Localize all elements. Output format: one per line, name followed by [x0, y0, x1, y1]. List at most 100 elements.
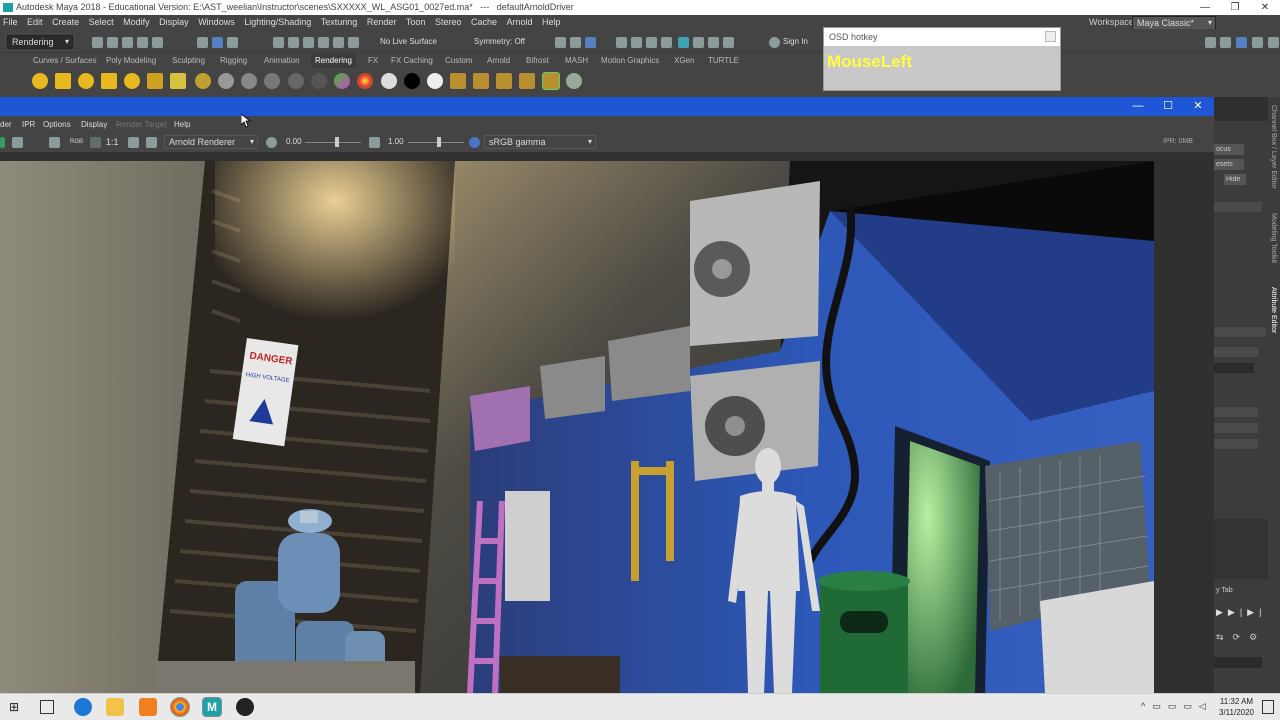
ipr-render-icon[interactable]: [585, 37, 596, 48]
anisotropic-sphere-icon[interactable]: [311, 73, 327, 89]
vlc-icon[interactable]: [139, 698, 157, 716]
rv-maximize-icon[interactable]: ☐: [1153, 97, 1183, 116]
menu-stereo[interactable]: Stereo: [435, 17, 462, 27]
select-by-object-icon[interactable]: [212, 37, 223, 48]
attr-field[interactable]: [1214, 423, 1258, 433]
menu-file[interactable]: File: [3, 17, 18, 27]
gamma-value[interactable]: 1.00: [388, 136, 404, 148]
ratio-button[interactable]: 1:1: [106, 136, 119, 148]
restore-icon[interactable]: ❐: [1220, 0, 1250, 15]
shelf-tab-fx-caching[interactable]: FX Caching: [391, 54, 433, 68]
shelf-tab-rendering[interactable]: Rendering: [311, 54, 356, 68]
save-scene-icon[interactable]: [122, 37, 133, 48]
osd-close-icon[interactable]: [1045, 31, 1056, 42]
snap-point-icon[interactable]: [303, 37, 314, 48]
snap-curve-icon[interactable]: [288, 37, 299, 48]
rv-menu-ipr[interactable]: IPR: [22, 117, 35, 132]
toggle-modeling-toolkit-icon[interactable]: [1205, 37, 1216, 48]
menu-arnold[interactable]: Arnold: [507, 17, 533, 27]
channel-box-tab[interactable]: Channel Box / Layer Editor: [1270, 105, 1277, 189]
exposure-value[interactable]: 0.00: [286, 136, 302, 148]
menu-select[interactable]: Select: [89, 17, 114, 27]
edge-browser-icon[interactable]: [74, 698, 92, 716]
camera-icon[interactable]: [708, 37, 719, 48]
shelf-tab-arnold[interactable]: Arnold: [487, 54, 510, 68]
light-editor-icon[interactable]: [661, 37, 672, 48]
real-size-icon[interactable]: [128, 137, 139, 148]
surface-shader-icon[interactable]: [381, 73, 397, 89]
construction-history-icon[interactable]: [555, 37, 566, 48]
chrome-icon[interactable]: [170, 697, 190, 717]
focus-button[interactable]: ocus: [1214, 144, 1244, 155]
menu-modify[interactable]: Modify: [123, 17, 150, 27]
obs-icon[interactable]: [236, 698, 254, 716]
shelf-tab-curves-surfaces[interactable]: Curves / Surfaces: [33, 54, 97, 68]
color-management-icon[interactable]: [469, 137, 480, 148]
shelf-tab-fx[interactable]: FX: [368, 54, 378, 68]
snap-pivot-icon[interactable]: [348, 37, 359, 48]
stop-icon[interactable]: [693, 37, 704, 48]
range-controls[interactable]: ⇆⟳⚙: [1214, 632, 1280, 646]
menu-texturing[interactable]: Texturing: [321, 17, 358, 27]
shelf-tab-motion-graphics[interactable]: Motion Graphics: [601, 54, 659, 68]
gamma-slider-track[interactable]: [408, 142, 464, 143]
task-view-icon[interactable]: [40, 700, 54, 714]
windows-start-icon[interactable]: ⊞: [9, 701, 22, 714]
hypershade-icon[interactable]: [631, 37, 642, 48]
user-icon[interactable]: [769, 37, 780, 48]
file-explorer-icon[interactable]: [106, 698, 124, 716]
snap-view-plane-icon[interactable]: [318, 37, 329, 48]
snapshot-icon[interactable]: [12, 137, 23, 148]
phong-sphere-icon[interactable]: [264, 73, 280, 89]
attr-field[interactable]: [1214, 347, 1258, 357]
phonge-sphere-icon[interactable]: [288, 73, 304, 89]
attr-field[interactable]: [1214, 327, 1266, 337]
spot-light-icon[interactable]: [78, 73, 94, 89]
toggle-channel-box-icon[interactable]: [1236, 37, 1247, 48]
menu-create[interactable]: Create: [52, 17, 79, 27]
shelf-tab-animation[interactable]: Animation: [264, 54, 300, 68]
copy-tab-button[interactable]: y Tab: [1214, 585, 1254, 596]
hypershade-shelf-icon[interactable]: [566, 73, 582, 89]
shelf-tab-poly-modeling[interactable]: Poly Modeling: [106, 54, 156, 68]
rgb-channel-button[interactable]: RGB: [70, 136, 83, 148]
toggle-outliner-icon[interactable]: [1268, 37, 1279, 48]
ramp-shader-icon[interactable]: [357, 73, 373, 89]
layered-shader-icon[interactable]: [334, 73, 350, 89]
rv-menu-options[interactable]: Options: [43, 117, 71, 132]
camera-aim-icon[interactable]: [170, 73, 186, 89]
redo-render-icon[interactable]: [0, 137, 5, 148]
attribute-editor-tab[interactable]: Attribute Editor: [1270, 287, 1277, 333]
blinn-sphere-icon[interactable]: [241, 73, 257, 89]
maya-taskbar-icon[interactable]: M: [202, 697, 222, 717]
render-settings-icon[interactable]: [616, 37, 627, 48]
point-light-icon[interactable]: [32, 73, 48, 89]
playback-controls[interactable]: ▶▶|▶|: [1214, 607, 1280, 621]
open-scene-icon[interactable]: [107, 37, 118, 48]
ai-standard-icon[interactable]: [427, 73, 443, 89]
live-surface-label[interactable]: No Live Surface: [380, 36, 437, 48]
rv-menu-render[interactable]: der: [0, 117, 12, 132]
shelf-tab-turtle[interactable]: TURTLE: [708, 54, 739, 68]
workspace-dropdown[interactable]: Maya Classic*: [1132, 16, 1216, 30]
rv-menu-display[interactable]: Display: [81, 117, 107, 132]
attr-field[interactable]: [1214, 202, 1262, 212]
exposure-slider-track[interactable]: [305, 142, 361, 143]
keep-image-icon[interactable]: [49, 137, 60, 148]
menuset-dropdown[interactable]: Rendering: [7, 35, 73, 49]
ambient-light-icon[interactable]: [124, 73, 140, 89]
volume-light-icon[interactable]: [147, 73, 163, 89]
ipr-shelf-icon[interactable]: [496, 73, 512, 89]
notifications-icon[interactable]: [1262, 700, 1274, 714]
hide-button[interactable]: Hide: [1224, 174, 1246, 185]
close-icon[interactable]: ✕: [1250, 0, 1280, 15]
menu-windows[interactable]: Windows: [198, 17, 235, 27]
sign-in-button[interactable]: Sign In: [783, 36, 808, 48]
presets-button[interactable]: esets: [1214, 159, 1244, 170]
select-by-component-icon[interactable]: [227, 37, 238, 48]
directional-light-icon[interactable]: [55, 73, 71, 89]
frame-image-icon[interactable]: [146, 137, 157, 148]
arnold-rv-icon[interactable]: [678, 37, 689, 48]
modeling-toolkit-tab[interactable]: Modeling Toolkit: [1270, 213, 1277, 263]
menu-edit[interactable]: Edit: [27, 17, 43, 27]
